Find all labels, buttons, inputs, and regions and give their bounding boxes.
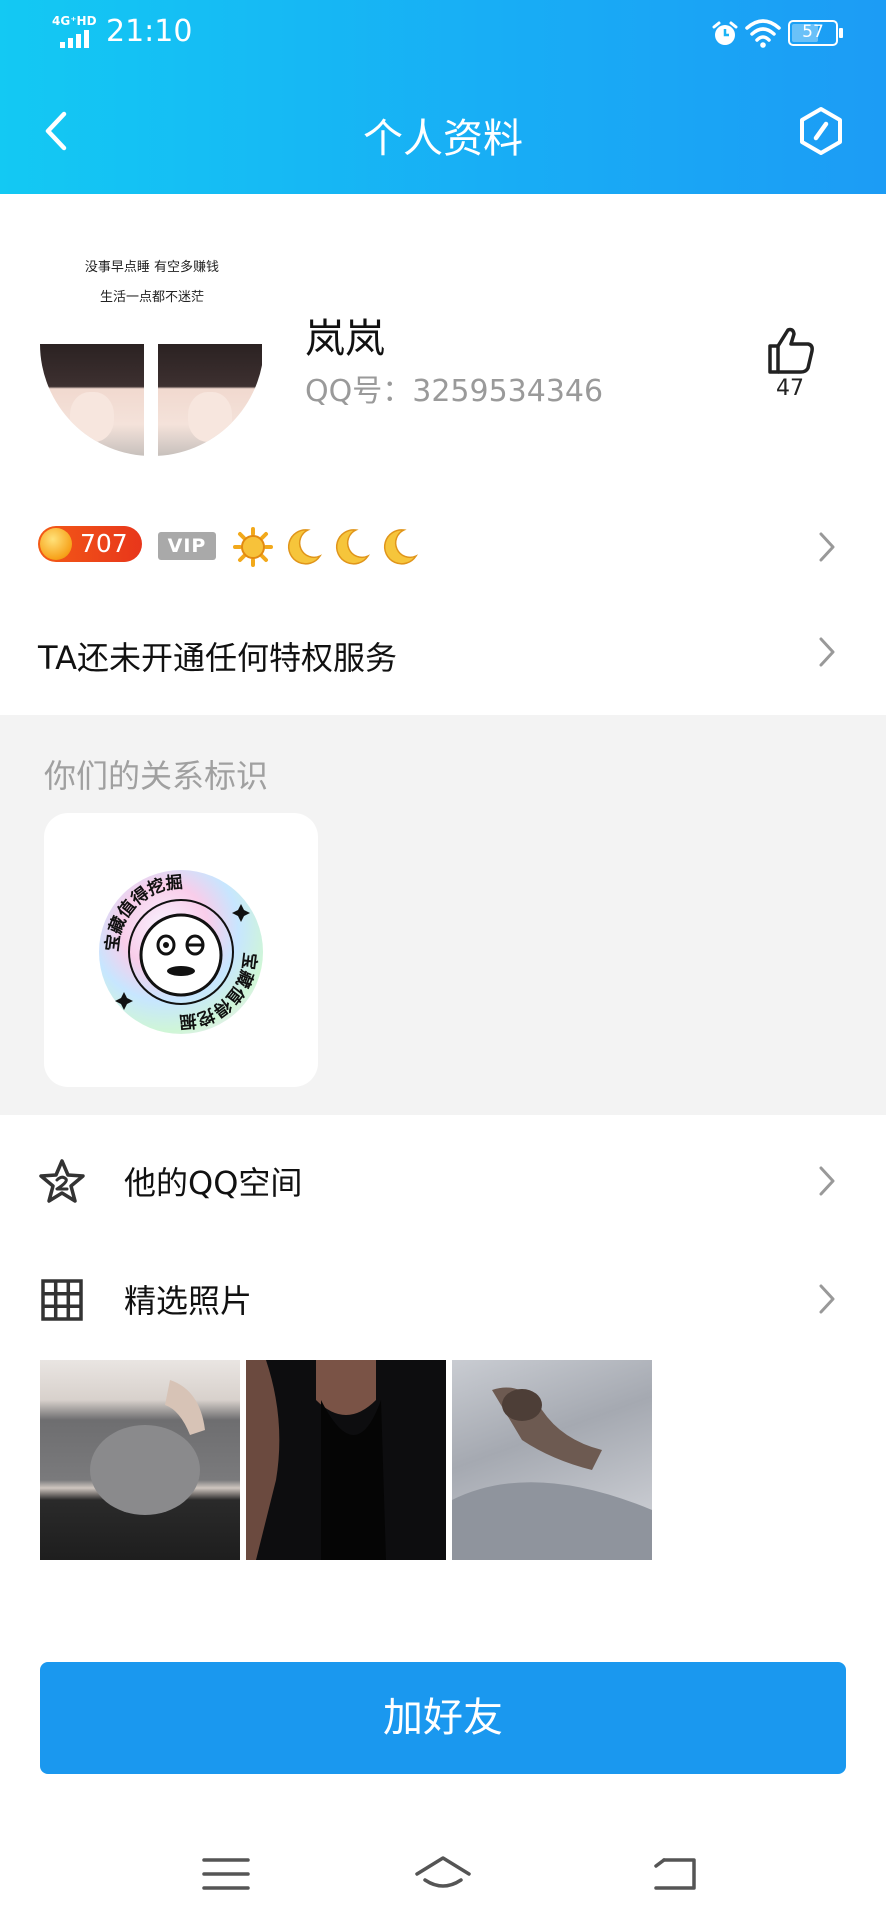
level-row[interactable]: 707 VIP (0, 500, 886, 592)
chevron-right-icon (819, 1284, 835, 1314)
page-title: 个人资料 (363, 116, 523, 162)
wifi-icon (745, 19, 781, 48)
treasure-badge-icon: 宝藏值得挖掘 宝藏值得挖掘 (99, 870, 263, 1034)
relationship-badge-card[interactable]: 宝藏值得挖掘 宝藏值得挖掘 (44, 813, 318, 1087)
signal-icon: 4G⁺HD (52, 14, 98, 48)
like-count: 47 (776, 376, 804, 401)
top-header: 4G⁺HD 21:10 57 个人资料 (0, 0, 886, 194)
photo-thumbnail[interactable] (40, 1360, 240, 1560)
alarm-icon (712, 21, 738, 45)
grid-icon (41, 1279, 83, 1321)
status-time: 21:10 (106, 14, 193, 49)
back-nav-icon[interactable] (646, 1852, 706, 1896)
avatar[interactable]: 没事早点睡 有空多赚钱 生活一点都不迷茫 (40, 232, 264, 456)
avatar-photo-left (40, 344, 144, 456)
qq-number: QQ号：3259534346 (305, 366, 603, 410)
chevron-right-icon (819, 532, 835, 562)
privileges-row[interactable]: TA还未开通任何特权服务 (0, 605, 886, 697)
avatar-caption-line2: 生活一点都不迷茫 (99, 290, 204, 305)
thumbs-up-icon[interactable] (762, 322, 818, 378)
home-icon[interactable] (413, 1852, 473, 1896)
qq-value: 3259534346 (412, 374, 604, 409)
qq-label: QQ号： (305, 374, 413, 409)
qzone-row[interactable]: 他的QQ空间 (0, 1130, 886, 1230)
system-nav-bar (0, 1820, 886, 1920)
profile-name: 岚岚 (305, 316, 385, 362)
moon-icon (287, 529, 323, 565)
photo-thumbnail[interactable] (246, 1360, 446, 1560)
sun-icon (233, 527, 273, 567)
coin-value: 707 (80, 529, 128, 558)
privileges-text: TA还未开通任何特权服务 (38, 639, 397, 677)
featured-photos-label: 精选照片 (124, 1282, 253, 1320)
relationship-section: 你们的关系标识 宝藏值得挖掘 宝藏值得挖掘 (0, 715, 886, 1115)
moon-icon (335, 529, 371, 565)
chevron-right-icon (819, 1166, 835, 1196)
vip-badge: VIP (158, 532, 216, 560)
chevron-right-icon (819, 637, 835, 667)
battery-icon: 57 (788, 20, 843, 46)
menu-icon[interactable] (196, 1852, 256, 1896)
coin-icon (40, 528, 72, 560)
network-type: 4G⁺HD (52, 14, 97, 28)
qzone-star-icon (39, 1159, 85, 1203)
qzone-label: 他的QQ空间 (124, 1164, 303, 1202)
moon-icon (383, 529, 419, 565)
photo-thumbnail[interactable] (452, 1360, 652, 1560)
avatar-caption-line1: 没事早点睡 有空多赚钱 (84, 260, 220, 275)
featured-photos-row[interactable]: 精选照片 (0, 1248, 886, 1348)
qq-level-coin: 707 (38, 526, 142, 562)
avatar-photo-right (158, 344, 262, 456)
settings-hexagon-icon[interactable] (796, 106, 846, 156)
status-bar: 4G⁺HD 21:10 57 (0, 0, 886, 70)
battery-level: 57 (802, 22, 824, 42)
relationship-heading: 你们的关系标识 (44, 757, 269, 795)
add-friend-button[interactable]: 加好友 (40, 1662, 846, 1774)
